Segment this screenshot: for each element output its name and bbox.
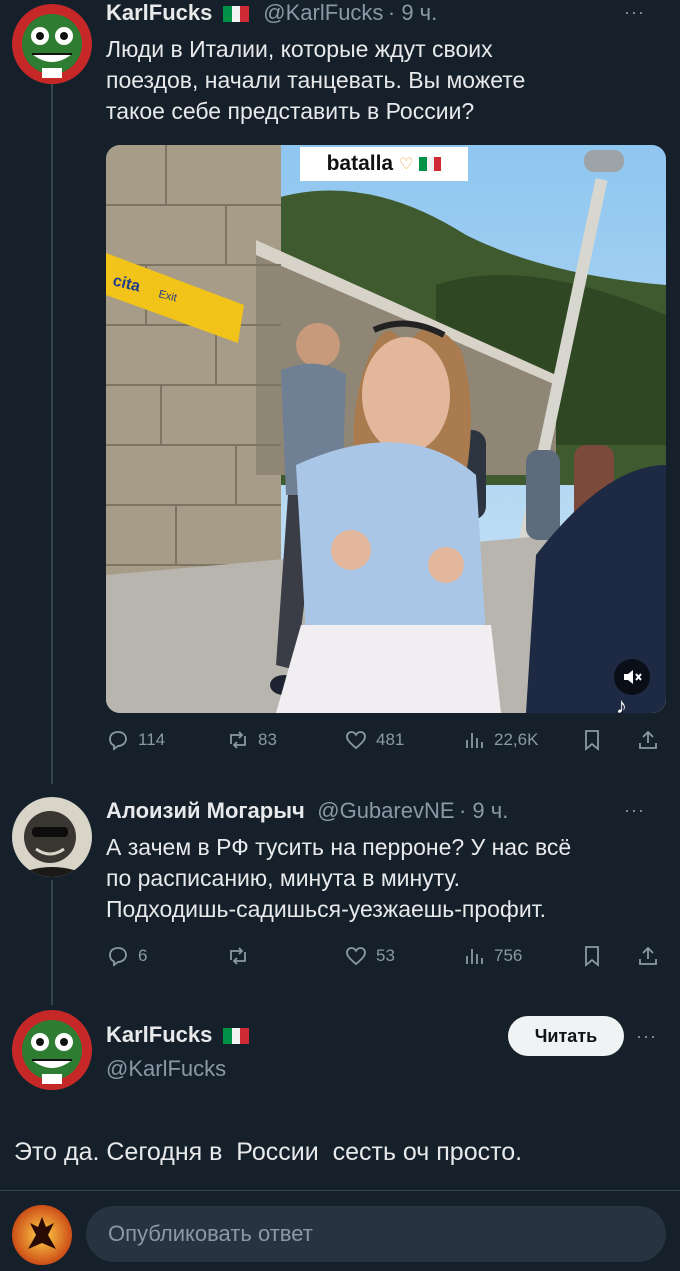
italy-flag-icon	[222, 5, 249, 22]
tweet-time[interactable]: · 9 ч.	[459, 798, 508, 823]
repost-icon	[230, 731, 246, 749]
mute-button[interactable]	[614, 659, 650, 695]
repost-button[interactable]	[226, 944, 258, 968]
thread-line-1	[51, 84, 53, 784]
mute-icon	[624, 670, 642, 684]
italy-flag-icon	[419, 157, 442, 171]
tweet-actions: 6 53 756	[106, 944, 662, 974]
author-handle[interactable]: @KarlFucks	[106, 1056, 226, 1082]
views-count: 22,6K	[494, 730, 539, 749]
repost-icon	[230, 947, 246, 965]
author-name[interactable]: KarlFucks	[106, 0, 212, 25]
like-button[interactable]: 53	[344, 944, 395, 968]
tweet-text-line: Подходишь-садишься-уезжаешь-профит.	[106, 896, 547, 922]
reply-button[interactable]: 6	[106, 944, 147, 968]
avatar[interactable]	[12, 1010, 92, 1090]
reply-composer-bar: Опубликовать ответ	[0, 1190, 680, 1271]
tweet-text-line: А зачем в РФ тусить на перроне? У нас вс…	[106, 834, 572, 860]
share-icon	[639, 946, 657, 965]
heart-icon	[346, 731, 366, 750]
user-avatar[interactable]	[12, 1205, 72, 1265]
reply-count: 6	[138, 946, 148, 965]
reply-icon	[109, 947, 127, 967]
bookmark-icon	[585, 730, 599, 751]
tweet-text-line: такое себе представить в России?	[106, 98, 475, 124]
tweet-video[interactable]: cita Exit batalla ♡ ♪	[106, 145, 666, 713]
like-count: 53	[376, 946, 395, 965]
more-options-icon[interactable]: ···	[624, 2, 645, 23]
heart-hands-icon: ♡	[399, 156, 414, 173]
share-icon	[639, 730, 657, 749]
tweet-text-line: по расписанию, минута в минуту.	[106, 865, 461, 891]
views-button[interactable]: 756	[462, 944, 522, 968]
author-handle[interactable]: @KarlFucks	[263, 0, 383, 25]
video-caption-text: batalla	[326, 152, 394, 175]
tweet-text-line: Люди в Италии, которые ждут своих	[106, 36, 493, 62]
thread-line-2	[51, 880, 53, 1005]
heart-icon	[346, 947, 366, 966]
reply-icon	[109, 731, 127, 751]
tweet-text: Люди в Италии, которые ждут своих поездо…	[106, 34, 666, 127]
tweet-text: Это да. Сегодня в России сесть оч просто…	[14, 1138, 523, 1166]
bookmark-button[interactable]	[580, 944, 604, 968]
reply-input[interactable]: Опубликовать ответ	[86, 1206, 666, 1262]
avatar[interactable]	[12, 797, 92, 877]
views-button[interactable]: 22,6K	[462, 728, 538, 752]
like-button[interactable]: 481	[344, 728, 404, 752]
tiktok-icon: ♪	[616, 693, 627, 713]
avatar[interactable]	[12, 4, 92, 84]
tweet-text-line: поездов, начали танцевать. Вы можете	[106, 67, 526, 93]
author-name[interactable]: KarlFucks	[106, 1022, 212, 1047]
author-name[interactable]: Алоизий Могарыч	[106, 798, 305, 823]
bookmark-button[interactable]	[580, 728, 604, 752]
follow-button[interactable]: Читать	[508, 1016, 624, 1056]
tweet-time[interactable]: · 9 ч.	[388, 0, 437, 25]
repost-count: 83	[258, 730, 277, 749]
like-count: 481	[376, 730, 405, 749]
video-caption-label: batalla ♡	[300, 147, 468, 181]
bookmark-icon	[585, 946, 599, 967]
tweet-actions: 114 83 481 22,6K	[106, 728, 662, 758]
author-handle[interactable]: @GubarevNE	[317, 798, 454, 823]
views-count: 756	[494, 946, 523, 965]
views-icon	[466, 733, 483, 748]
italy-flag-icon	[222, 1027, 249, 1044]
repost-button[interactable]: 83	[226, 728, 277, 752]
share-button[interactable]	[636, 728, 660, 752]
more-options-icon[interactable]: ···	[636, 1026, 657, 1047]
share-button[interactable]	[636, 944, 660, 968]
reply-placeholder: Опубликовать ответ	[108, 1221, 313, 1246]
views-icon	[466, 949, 483, 964]
more-options-icon[interactable]: ···	[624, 800, 645, 821]
tweet-text: А зачем в РФ тусить на перроне? У нас вс…	[106, 832, 666, 925]
reply-button[interactable]: 114	[106, 728, 165, 752]
reply-count: 114	[138, 730, 166, 749]
